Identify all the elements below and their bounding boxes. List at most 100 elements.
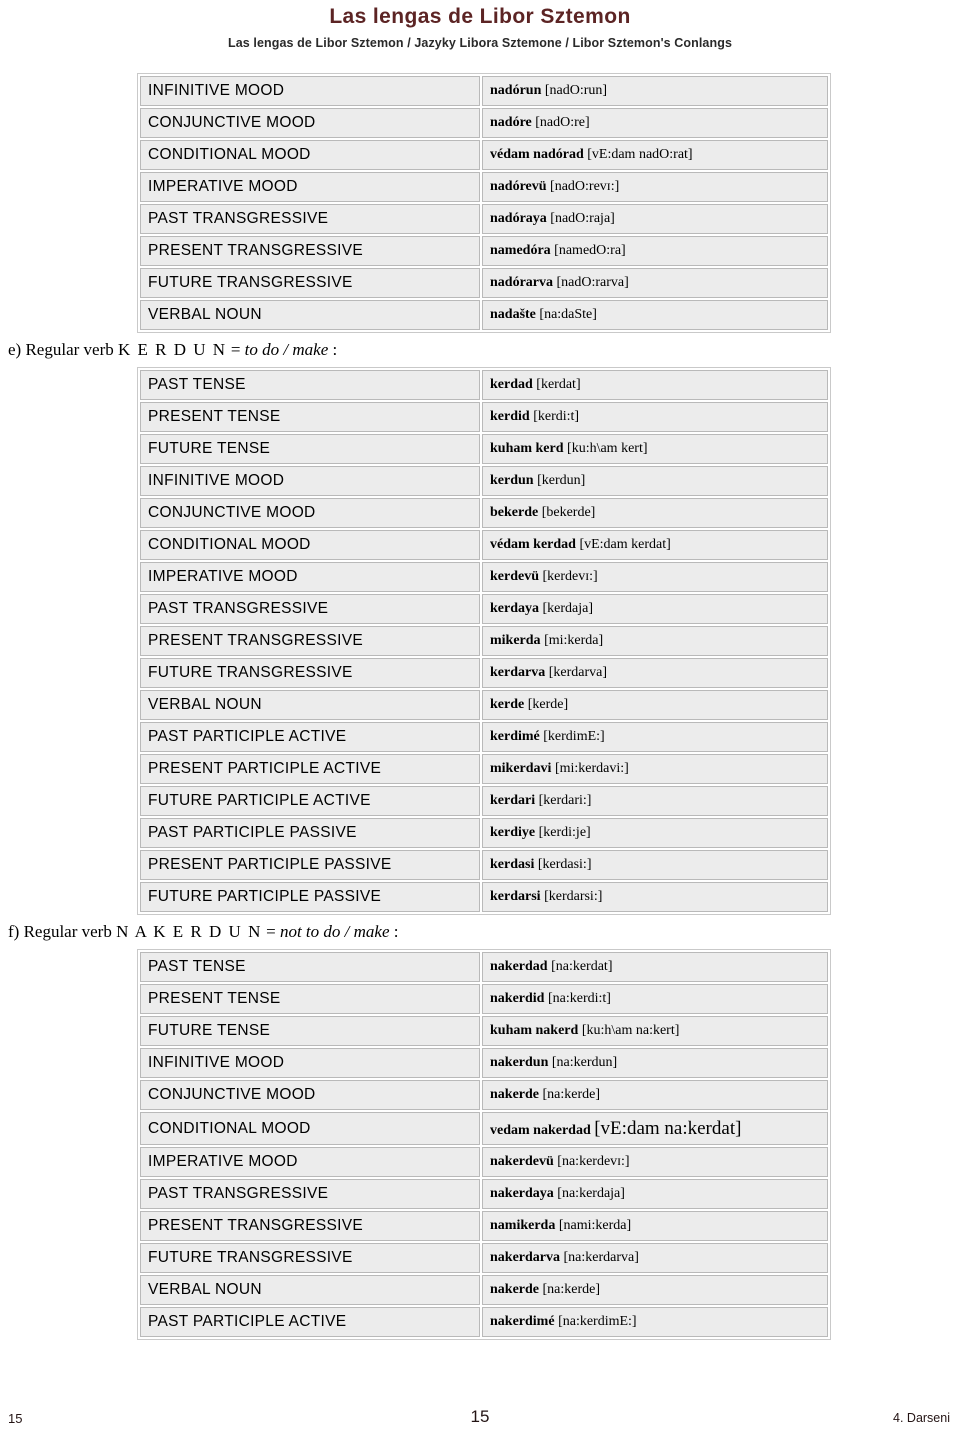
conjugated-word: nadóre <box>490 115 532 131</box>
conjugation-form-label: FUTURE PARTICIPLE ACTIVE <box>140 786 480 817</box>
conjugation-form-label: PAST PARTICIPLE ACTIVE <box>140 1307 480 1338</box>
table-row: PRESENT TENSE kerdid [kerdi:t] <box>140 402 828 433</box>
conjugated-word: kerdimé <box>490 729 540 745</box>
conjugation-form-label: PRESENT TENSE <box>140 984 480 1015</box>
conjugated-word: nakerdid <box>490 991 545 1007</box>
table-row: PAST PARTICIPLE ACTIVE nakerdimé [na:kerd… <box>140 1307 828 1338</box>
conjugation-form-label: PRESENT TENSE <box>140 402 480 433</box>
conjugation-form-label: PRESENT TRANSGRESSIVE <box>140 626 480 657</box>
pronunciation-transcription: [kerdevɪ:] <box>542 569 598 585</box>
section-heading-suffix: : <box>389 922 399 942</box>
pronunciation-transcription: [namedO:ra] <box>554 243 626 259</box>
document-content: INFINITIVE MOOD nadórun [nadO:run] CONJUNC… <box>0 51 960 1341</box>
conjugated-word: védam kerdad <box>490 537 576 553</box>
conjugated-word: namikerda <box>490 1218 556 1234</box>
conjugated-word: nadórarva <box>490 275 553 291</box>
pronunciation-transcription: [nadO:run] <box>544 83 608 99</box>
table-row: IMPERATIVE MOOD nakerdevü [na:kerdevɪ:] <box>140 1147 828 1178</box>
conjugation-form-label: PRESENT TRANSGRESSIVE <box>140 236 480 267</box>
table-row: PRESENT TENSE nakerdid [na:kerdi:t] <box>140 984 828 1015</box>
conjugation-form-label: CONJUNCTIVE MOOD <box>140 1080 480 1111</box>
conjugation-form-value: nadóraya [nadO:raja] <box>482 204 828 235</box>
site-subtitle: Las lengas de Libor Sztemon / Jazyky Lib… <box>227 36 733 51</box>
table-row: IMPERATIVE MOOD kerdevü [kerdevɪ:] <box>140 562 828 593</box>
pronunciation-transcription: [na:kerde] <box>542 1087 601 1103</box>
conjugation-form-label: IMPERATIVE MOOD <box>140 172 480 203</box>
pronunciation-transcription: [nadO:re] <box>535 115 590 131</box>
conjugation-form-label: FUTURE PARTICIPLE PASSIVE <box>140 882 480 913</box>
conjugation-form-label: PAST TENSE <box>140 370 480 401</box>
conjugated-word: nadóraya <box>490 211 547 227</box>
section-heading-gloss: not to do / make <box>279 922 390 942</box>
conjugation-form-value: nadórarva [nadO:rarva] <box>482 268 828 299</box>
conjugation-form-value: mikerda [mi:kerda] <box>482 626 828 657</box>
conjugated-word: kerdaya <box>490 601 539 617</box>
conjugation-form-label: PRESENT PARTICIPLE ACTIVE <box>140 754 480 785</box>
conjugation-form-value: nadórun [nadO:run] <box>482 76 828 107</box>
conjugation-form-value: namikerda [nami:kerda] <box>482 1211 828 1242</box>
pronunciation-transcription: [bekerde] <box>541 505 596 521</box>
conjugated-word: kerdasi <box>490 857 535 873</box>
conjugation-form-label: PAST TENSE <box>140 952 480 983</box>
table-row: PRESENT TRANSGRESSIVE namikerda [nami:ker… <box>140 1211 828 1242</box>
pronunciation-transcription: [kerdi:t] <box>533 409 580 425</box>
pronunciation-transcription: [kerdari:] <box>538 793 592 809</box>
table-row: PRESENT TRANSGRESSIVE namedóra [namedO:ra… <box>140 236 828 267</box>
pronunciation-transcription: [nami:kerda] <box>558 1218 632 1234</box>
conjugated-word: kuham nakerd <box>490 1023 579 1039</box>
conjugation-form-value: nadórevü [nadO:revɪ:] <box>482 172 828 203</box>
conjugation-form-value: bekerde [bekerde] <box>482 498 828 529</box>
pronunciation-transcription: [na:daSte] <box>539 307 597 323</box>
conjugation-form-value: namedóra [namedO:ra] <box>482 236 828 267</box>
conjugation-form-label: CONDITIONAL MOOD <box>140 140 480 171</box>
conjugation-form-label: CONJUNCTIVE MOOD <box>140 108 480 139</box>
pronunciation-transcription: [vE:dam nadO:rat] <box>587 147 693 163</box>
table-row: FUTURE TRANSGRESSIVE nadórarva [nadO:rarv… <box>140 268 828 299</box>
conjugation-form-value: nakerdevü [na:kerdevɪ:] <box>482 1147 828 1178</box>
conjugation-form-value: nakerdaya [na:kerdaja] <box>482 1179 828 1210</box>
pronunciation-transcription: [vE:dam kerdat] <box>579 537 671 553</box>
conjugated-word: kerdun <box>490 473 534 489</box>
table-row: PAST TRANSGRESSIVE nakerdaya [na:kerdaja] <box>140 1179 828 1210</box>
pronunciation-transcription: [nadO:revɪ:] <box>550 179 620 195</box>
conjugated-word: nakerdad <box>490 959 548 975</box>
conjugation-form-label: PAST TRANSGRESSIVE <box>140 594 480 625</box>
conjugated-word: védam nadórad <box>490 147 584 163</box>
conjugation-form-value: nakerde [na:kerde] <box>482 1275 828 1306</box>
table-row: INFINITIVE MOOD kerdun [kerdun] <box>140 466 828 497</box>
conjugation-form-label: PRESENT PARTICIPLE PASSIVE <box>140 850 480 881</box>
conjugation-form-value: kerdevü [kerdevɪ:] <box>482 562 828 593</box>
conjugated-word: namedóra <box>490 243 551 259</box>
table-row: PAST TENSE kerdad [kerdat] <box>140 370 828 401</box>
pronunciation-transcription: [kerdaja] <box>542 601 594 617</box>
pronunciation-transcription: [nadO:rarva] <box>556 275 629 291</box>
pronunciation-transcription: [kerdat] <box>536 377 581 393</box>
pronunciation-transcription: [vE:dam na:kerdat] <box>594 1117 742 1139</box>
conjugation-form-label: CONJUNCTIVE MOOD <box>140 498 480 529</box>
conjugation-form-label: CONDITIONAL MOOD <box>140 1112 480 1146</box>
table-row: PAST TRANSGRESSIVE nadóraya [nadO:raja] <box>140 204 828 235</box>
conjugation-form-value: kerdarsi [kerdarsi:] <box>482 882 828 913</box>
conjugation-form-label: VERBAL NOUN <box>140 1275 480 1306</box>
conjugated-word: kerdarva <box>490 665 546 681</box>
conjugation-form-value: nakerdad [na:kerdat] <box>482 952 828 983</box>
section-heading-gloss: to do / make <box>244 340 329 360</box>
pronunciation-transcription: [na:kerdi:t] <box>547 991 611 1007</box>
conjugated-word: kerdevü <box>490 569 539 585</box>
section-heading-equals: = <box>261 922 280 942</box>
table-row: CONJUNCTIVE MOOD nadóre [nadO:re] <box>140 108 828 139</box>
conjugated-word: bekerde <box>490 505 539 521</box>
conjugated-word: nadašte <box>490 307 536 323</box>
conjugated-word: kuham kerd <box>490 441 564 457</box>
page-footer: 15 15 4. Darseni <box>0 1406 960 1428</box>
table-row: PAST TRANSGRESSIVE kerdaya [kerdaja] <box>140 594 828 625</box>
conjugation-form-value: kuham nakerd [ku:h\am na:kert] <box>482 1016 828 1047</box>
table-row: FUTURE TENSE kuham kerd [ku:h\am kert] <box>140 434 828 465</box>
conjugated-word: kerde <box>490 697 525 713</box>
conjugation-form-label: FUTURE TRANSGRESSIVE <box>140 268 480 299</box>
conjugation-form-label: PAST PARTICIPLE ACTIVE <box>140 722 480 753</box>
conjugation-form-value: kerdaya [kerdaja] <box>482 594 828 625</box>
pronunciation-transcription: [kerdimE:] <box>543 729 605 745</box>
conjugation-form-value: nakerdun [na:kerdun] <box>482 1048 828 1079</box>
conjugated-word: nadórevü <box>490 179 547 195</box>
